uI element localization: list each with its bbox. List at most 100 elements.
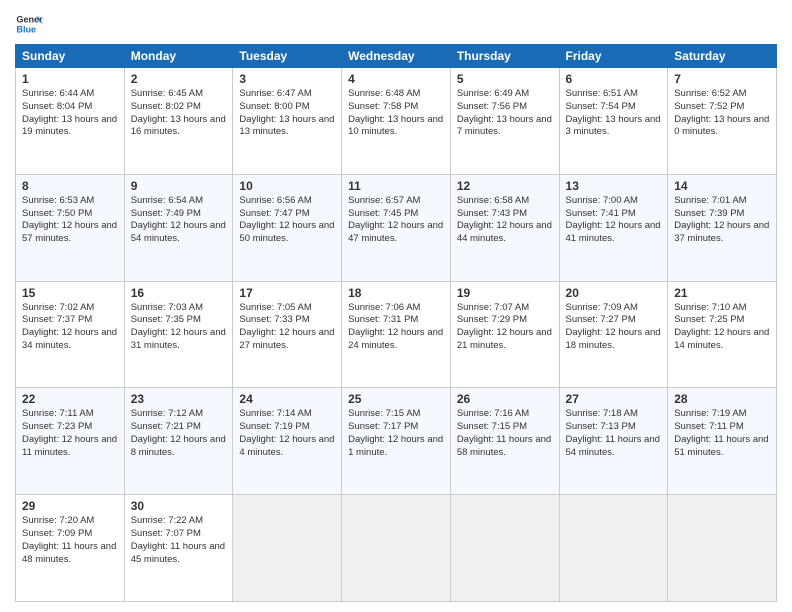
calendar-week-5: 29 Sunrise: 7:20 AM Sunset: 7:09 PM Dayl… <box>16 495 777 602</box>
day-number: 4 <box>348 72 444 86</box>
day-info: Sunrise: 7:00 AM Sunset: 7:41 PM Dayligh… <box>566 195 662 246</box>
calendar-week-4: 22 Sunrise: 7:11 AM Sunset: 7:23 PM Dayl… <box>16 388 777 495</box>
day-info: Sunrise: 6:48 AM Sunset: 7:58 PM Dayligh… <box>348 88 444 139</box>
day-number: 24 <box>239 392 335 406</box>
col-thursday: Thursday <box>450 45 559 68</box>
day-info: Sunrise: 7:16 AM Sunset: 7:15 PM Dayligh… <box>457 408 553 459</box>
table-row: 27 Sunrise: 7:18 AM Sunset: 7:13 PM Dayl… <box>559 388 668 495</box>
day-number: 5 <box>457 72 553 86</box>
col-tuesday: Tuesday <box>233 45 342 68</box>
day-number: 30 <box>131 499 227 513</box>
day-number: 17 <box>239 286 335 300</box>
table-row <box>450 495 559 602</box>
logo: General Blue <box>15 10 43 38</box>
day-info: Sunrise: 6:47 AM Sunset: 8:00 PM Dayligh… <box>239 88 335 139</box>
day-number: 10 <box>239 179 335 193</box>
header: General Blue <box>15 10 777 38</box>
day-info: Sunrise: 6:54 AM Sunset: 7:49 PM Dayligh… <box>131 195 227 246</box>
day-number: 14 <box>674 179 770 193</box>
day-number: 8 <box>22 179 118 193</box>
svg-text:Blue: Blue <box>16 24 36 34</box>
day-number: 26 <box>457 392 553 406</box>
day-number: 1 <box>22 72 118 86</box>
table-row: 22 Sunrise: 7:11 AM Sunset: 7:23 PM Dayl… <box>16 388 125 495</box>
col-saturday: Saturday <box>668 45 777 68</box>
table-row: 17 Sunrise: 7:05 AM Sunset: 7:33 PM Dayl… <box>233 281 342 388</box>
day-number: 27 <box>566 392 662 406</box>
table-row: 13 Sunrise: 7:00 AM Sunset: 7:41 PM Dayl… <box>559 174 668 281</box>
day-info: Sunrise: 7:20 AM Sunset: 7:09 PM Dayligh… <box>22 515 118 566</box>
table-row: 6 Sunrise: 6:51 AM Sunset: 7:54 PM Dayli… <box>559 68 668 175</box>
logo-icon: General Blue <box>15 10 43 38</box>
table-row: 9 Sunrise: 6:54 AM Sunset: 7:49 PM Dayli… <box>124 174 233 281</box>
day-info: Sunrise: 7:01 AM Sunset: 7:39 PM Dayligh… <box>674 195 770 246</box>
table-row: 20 Sunrise: 7:09 AM Sunset: 7:27 PM Dayl… <box>559 281 668 388</box>
table-row: 8 Sunrise: 6:53 AM Sunset: 7:50 PM Dayli… <box>16 174 125 281</box>
day-number: 3 <box>239 72 335 86</box>
day-info: Sunrise: 7:14 AM Sunset: 7:19 PM Dayligh… <box>239 408 335 459</box>
table-row: 11 Sunrise: 6:57 AM Sunset: 7:45 PM Dayl… <box>342 174 451 281</box>
table-row: 12 Sunrise: 6:58 AM Sunset: 7:43 PM Dayl… <box>450 174 559 281</box>
day-number: 19 <box>457 286 553 300</box>
day-number: 23 <box>131 392 227 406</box>
col-monday: Monday <box>124 45 233 68</box>
day-info: Sunrise: 6:52 AM Sunset: 7:52 PM Dayligh… <box>674 88 770 139</box>
table-row <box>233 495 342 602</box>
day-number: 11 <box>348 179 444 193</box>
table-row: 15 Sunrise: 7:02 AM Sunset: 7:37 PM Dayl… <box>16 281 125 388</box>
day-number: 28 <box>674 392 770 406</box>
day-number: 20 <box>566 286 662 300</box>
day-number: 21 <box>674 286 770 300</box>
day-info: Sunrise: 7:22 AM Sunset: 7:07 PM Dayligh… <box>131 515 227 566</box>
day-info: Sunrise: 6:49 AM Sunset: 7:56 PM Dayligh… <box>457 88 553 139</box>
day-info: Sunrise: 7:09 AM Sunset: 7:27 PM Dayligh… <box>566 302 662 353</box>
day-info: Sunrise: 7:10 AM Sunset: 7:25 PM Dayligh… <box>674 302 770 353</box>
day-number: 13 <box>566 179 662 193</box>
day-info: Sunrise: 7:12 AM Sunset: 7:21 PM Dayligh… <box>131 408 227 459</box>
day-info: Sunrise: 6:51 AM Sunset: 7:54 PM Dayligh… <box>566 88 662 139</box>
calendar-week-2: 8 Sunrise: 6:53 AM Sunset: 7:50 PM Dayli… <box>16 174 777 281</box>
day-info: Sunrise: 7:18 AM Sunset: 7:13 PM Dayligh… <box>566 408 662 459</box>
day-info: Sunrise: 7:05 AM Sunset: 7:33 PM Dayligh… <box>239 302 335 353</box>
table-row: 18 Sunrise: 7:06 AM Sunset: 7:31 PM Dayl… <box>342 281 451 388</box>
table-row: 10 Sunrise: 6:56 AM Sunset: 7:47 PM Dayl… <box>233 174 342 281</box>
table-row: 3 Sunrise: 6:47 AM Sunset: 8:00 PM Dayli… <box>233 68 342 175</box>
day-info: Sunrise: 6:44 AM Sunset: 8:04 PM Dayligh… <box>22 88 118 139</box>
table-row: 5 Sunrise: 6:49 AM Sunset: 7:56 PM Dayli… <box>450 68 559 175</box>
day-number: 29 <box>22 499 118 513</box>
day-number: 2 <box>131 72 227 86</box>
day-info: Sunrise: 6:57 AM Sunset: 7:45 PM Dayligh… <box>348 195 444 246</box>
table-row: 4 Sunrise: 6:48 AM Sunset: 7:58 PM Dayli… <box>342 68 451 175</box>
col-friday: Friday <box>559 45 668 68</box>
day-info: Sunrise: 7:06 AM Sunset: 7:31 PM Dayligh… <box>348 302 444 353</box>
table-row: 24 Sunrise: 7:14 AM Sunset: 7:19 PM Dayl… <box>233 388 342 495</box>
table-row: 23 Sunrise: 7:12 AM Sunset: 7:21 PM Dayl… <box>124 388 233 495</box>
table-row: 1 Sunrise: 6:44 AM Sunset: 8:04 PM Dayli… <box>16 68 125 175</box>
table-row: 2 Sunrise: 6:45 AM Sunset: 8:02 PM Dayli… <box>124 68 233 175</box>
table-row: 14 Sunrise: 7:01 AM Sunset: 7:39 PM Dayl… <box>668 174 777 281</box>
day-number: 25 <box>348 392 444 406</box>
col-sunday: Sunday <box>16 45 125 68</box>
day-info: Sunrise: 7:02 AM Sunset: 7:37 PM Dayligh… <box>22 302 118 353</box>
day-info: Sunrise: 7:15 AM Sunset: 7:17 PM Dayligh… <box>348 408 444 459</box>
day-info: Sunrise: 7:19 AM Sunset: 7:11 PM Dayligh… <box>674 408 770 459</box>
table-row: 16 Sunrise: 7:03 AM Sunset: 7:35 PM Dayl… <box>124 281 233 388</box>
table-row: 25 Sunrise: 7:15 AM Sunset: 7:17 PM Dayl… <box>342 388 451 495</box>
day-number: 18 <box>348 286 444 300</box>
col-wednesday: Wednesday <box>342 45 451 68</box>
day-info: Sunrise: 7:11 AM Sunset: 7:23 PM Dayligh… <box>22 408 118 459</box>
day-info: Sunrise: 6:58 AM Sunset: 7:43 PM Dayligh… <box>457 195 553 246</box>
page: General Blue Sunday Monday Tuesday Wedne… <box>0 0 792 612</box>
table-row: 19 Sunrise: 7:07 AM Sunset: 7:29 PM Dayl… <box>450 281 559 388</box>
day-info: Sunrise: 7:07 AM Sunset: 7:29 PM Dayligh… <box>457 302 553 353</box>
table-row <box>342 495 451 602</box>
table-row: 26 Sunrise: 7:16 AM Sunset: 7:15 PM Dayl… <box>450 388 559 495</box>
day-info: Sunrise: 6:45 AM Sunset: 8:02 PM Dayligh… <box>131 88 227 139</box>
table-row: 7 Sunrise: 6:52 AM Sunset: 7:52 PM Dayli… <box>668 68 777 175</box>
table-row: 28 Sunrise: 7:19 AM Sunset: 7:11 PM Dayl… <box>668 388 777 495</box>
calendar-table: Sunday Monday Tuesday Wednesday Thursday… <box>15 44 777 602</box>
day-number: 12 <box>457 179 553 193</box>
table-row: 29 Sunrise: 7:20 AM Sunset: 7:09 PM Dayl… <box>16 495 125 602</box>
table-row: 21 Sunrise: 7:10 AM Sunset: 7:25 PM Dayl… <box>668 281 777 388</box>
calendar-body: 1 Sunrise: 6:44 AM Sunset: 8:04 PM Dayli… <box>16 68 777 602</box>
